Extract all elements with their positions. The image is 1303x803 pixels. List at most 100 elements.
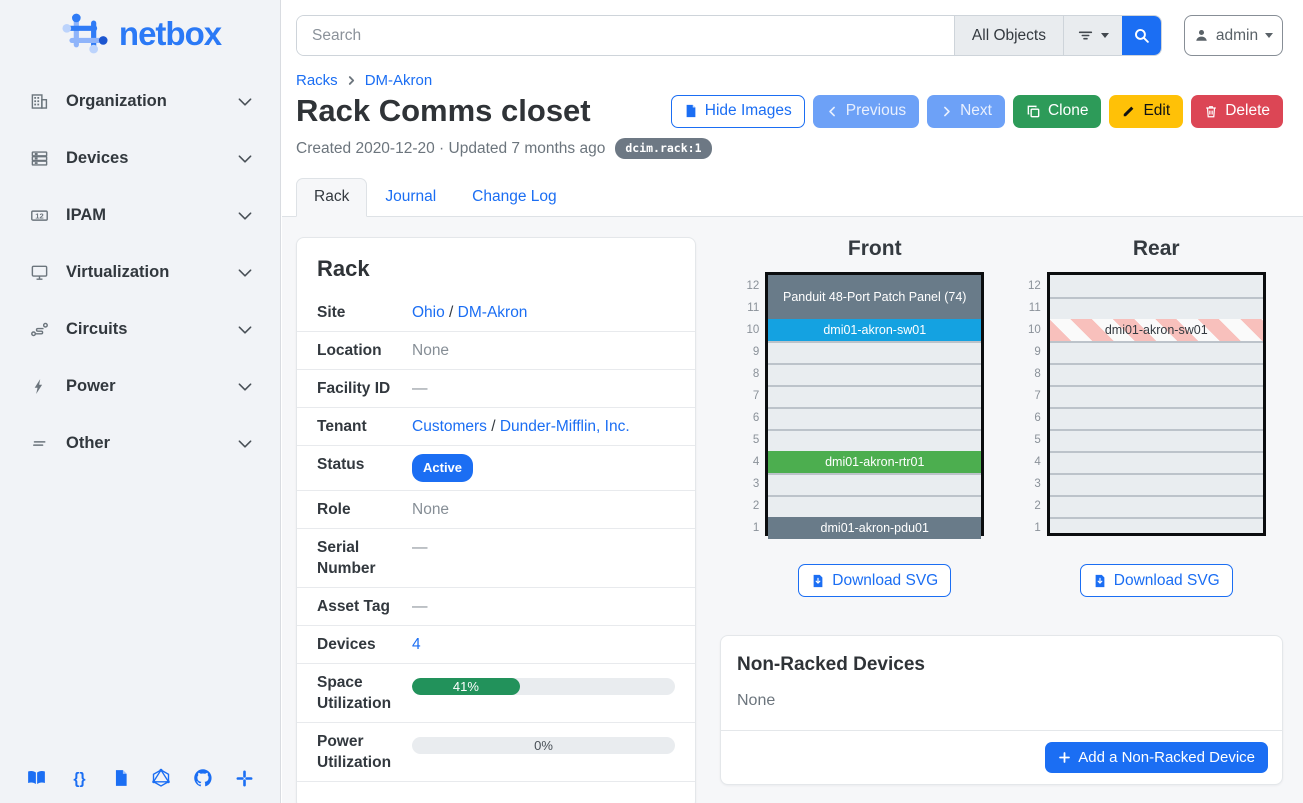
netbox-logo[interactable]: netbox xyxy=(0,10,280,57)
rack-unit-empty[interactable] xyxy=(768,495,981,517)
rack-elevation-front: Front121110987654321Panduit 48-Port Patc… xyxy=(737,237,984,597)
download-svg-button[interactable]: Download SVG xyxy=(798,564,951,597)
detail-row: LocationNone xyxy=(297,331,695,369)
rack-unit-empty[interactable] xyxy=(1050,275,1263,297)
rack-unit-empty[interactable] xyxy=(1050,517,1263,539)
chevron-down-icon xyxy=(236,150,254,168)
detail-link[interactable]: DM-Akron xyxy=(458,304,528,321)
clone-button[interactable]: Clone xyxy=(1013,95,1102,128)
rack-unit-empty[interactable] xyxy=(1050,341,1263,363)
rack-unit-empty[interactable] xyxy=(1050,451,1263,473)
topbar: All Objects admin xyxy=(282,0,1303,56)
detail-row-value: Ohio / DM-Akron xyxy=(412,302,675,323)
search-submit-button[interactable] xyxy=(1122,16,1161,55)
rack-device[interactable]: dmi01-akron-rtr01 xyxy=(768,451,981,473)
slack-icon[interactable] xyxy=(235,769,254,788)
add-non-racked-device-button[interactable]: Add a Non-Racked Device xyxy=(1045,742,1268,773)
page-title: Rack Comms closet xyxy=(296,93,591,129)
unit-number: 5 xyxy=(737,429,759,451)
tab-journal[interactable]: Journal xyxy=(367,178,454,217)
created-updated-text: Created 2020-12-20 · Updated 7 months ag… xyxy=(296,140,605,158)
chevron-down-icon xyxy=(236,435,254,453)
rack-device[interactable]: dmi01-akron-sw01 xyxy=(768,319,981,341)
detail-link[interactable]: Customers xyxy=(412,418,487,435)
release-notes-book-icon[interactable] xyxy=(112,768,130,788)
detail-row-label: Space Utilization xyxy=(317,672,412,714)
search-input[interactable] xyxy=(297,16,954,55)
breadcrumb-link[interactable]: Racks xyxy=(296,72,338,89)
user-label: admin xyxy=(1216,27,1258,45)
tab-rack[interactable]: Rack xyxy=(296,178,367,217)
chevron-down-icon xyxy=(236,207,254,225)
tab-bar: RackJournalChange Log xyxy=(282,178,1303,217)
graphql-icon[interactable] xyxy=(151,768,171,788)
rack-unit-empty[interactable] xyxy=(1050,473,1263,495)
rack-unit-empty[interactable] xyxy=(768,473,981,495)
netbox-wordmark: netbox xyxy=(119,15,221,53)
detail-row-value: None xyxy=(412,499,675,520)
counter-icon: 12 xyxy=(30,205,52,227)
next-button[interactable]: Next xyxy=(927,95,1005,128)
rack-unit-empty[interactable] xyxy=(768,407,981,429)
detail-link[interactable]: Dunder-Mifflin, Inc. xyxy=(500,418,630,435)
unit-number: 2 xyxy=(737,495,759,517)
rack-grid-rear: dmi01-akron-sw01 xyxy=(1047,272,1266,536)
user-menu-button[interactable]: admin xyxy=(1184,15,1283,56)
rack-unit-empty[interactable] xyxy=(1050,429,1263,451)
detail-link[interactable]: Ohio xyxy=(412,304,445,321)
non-racked-title: Non-Racked Devices xyxy=(721,636,1282,676)
previous-button[interactable]: Previous xyxy=(813,95,919,128)
monitor-icon xyxy=(30,262,52,284)
github-icon[interactable] xyxy=(193,768,213,788)
sidebar-item-label: Other xyxy=(66,434,236,453)
rack-unit-empty[interactable] xyxy=(1050,495,1263,517)
sidebar-item-label: Virtualization xyxy=(66,263,236,282)
unit-number: 10 xyxy=(1019,319,1041,341)
edit-button[interactable]: Edit xyxy=(1109,95,1183,128)
rack-device[interactable]: Panduit 48-Port Patch Panel (74) xyxy=(768,275,981,319)
detail-row-label: Site xyxy=(317,302,412,323)
rack-unit-empty[interactable] xyxy=(768,363,981,385)
detail-link[interactable]: 4 xyxy=(412,636,421,653)
download-svg-label: Download SVG xyxy=(1114,572,1220,590)
chevron-down-icon xyxy=(1101,33,1109,38)
chevron-down-icon xyxy=(236,264,254,282)
delete-button[interactable]: Delete xyxy=(1191,95,1283,128)
sidebar-item-organization[interactable]: Organization xyxy=(0,73,280,130)
tab-change-log[interactable]: Change Log xyxy=(454,178,574,217)
docs-book-open-icon[interactable] xyxy=(26,768,47,788)
hide-images-button[interactable]: Hide Images xyxy=(671,95,805,128)
left-column: Rack SiteOhio / DM-AkronLocationNoneFaci… xyxy=(296,237,696,803)
rack-unit-empty[interactable] xyxy=(1050,385,1263,407)
filter-icon xyxy=(1077,27,1094,44)
search-filter-button[interactable] xyxy=(1063,16,1122,55)
sidebar-item-power[interactable]: Power xyxy=(0,358,280,415)
sidebar-item-circuits[interactable]: Circuits xyxy=(0,301,280,358)
rack-unit-empty[interactable] xyxy=(1050,407,1263,429)
status-badge: Active xyxy=(412,454,473,482)
unit-number: 11 xyxy=(737,297,759,319)
api-braces-icon[interactable]: {} xyxy=(69,768,90,788)
object-id-badge[interactable]: dcim.rack:1 xyxy=(615,138,711,159)
download-file-icon xyxy=(811,573,825,589)
unit-number: 7 xyxy=(1019,385,1041,407)
svg-text:{}: {} xyxy=(73,770,85,787)
sidebar-item-virtualization[interactable]: Virtualization xyxy=(0,244,280,301)
sidebar-item-ipam[interactable]: 12IPAM xyxy=(0,187,280,244)
rack-unit-empty[interactable] xyxy=(768,341,981,363)
search-scope-button[interactable]: All Objects xyxy=(954,16,1063,55)
detail-row-label: Devices xyxy=(317,634,412,655)
rack-device[interactable]: dmi01-akron-sw01 xyxy=(1050,319,1263,341)
sidebar-item-other[interactable]: Other xyxy=(0,415,280,472)
utilization-fill: 41% xyxy=(412,678,520,695)
unit-number: 2 xyxy=(1019,495,1041,517)
rack-device[interactable]: dmi01-akron-pdu01 xyxy=(768,517,981,539)
breadcrumb-link[interactable]: DM-Akron xyxy=(365,72,433,89)
rack-unit-empty[interactable] xyxy=(1050,363,1263,385)
rack-unit-empty[interactable] xyxy=(768,385,981,407)
unit-number: 4 xyxy=(737,451,759,473)
rack-unit-empty[interactable] xyxy=(1050,297,1263,319)
sidebar-item-devices[interactable]: Devices xyxy=(0,130,280,187)
download-svg-button[interactable]: Download SVG xyxy=(1080,564,1233,597)
rack-unit-empty[interactable] xyxy=(768,429,981,451)
